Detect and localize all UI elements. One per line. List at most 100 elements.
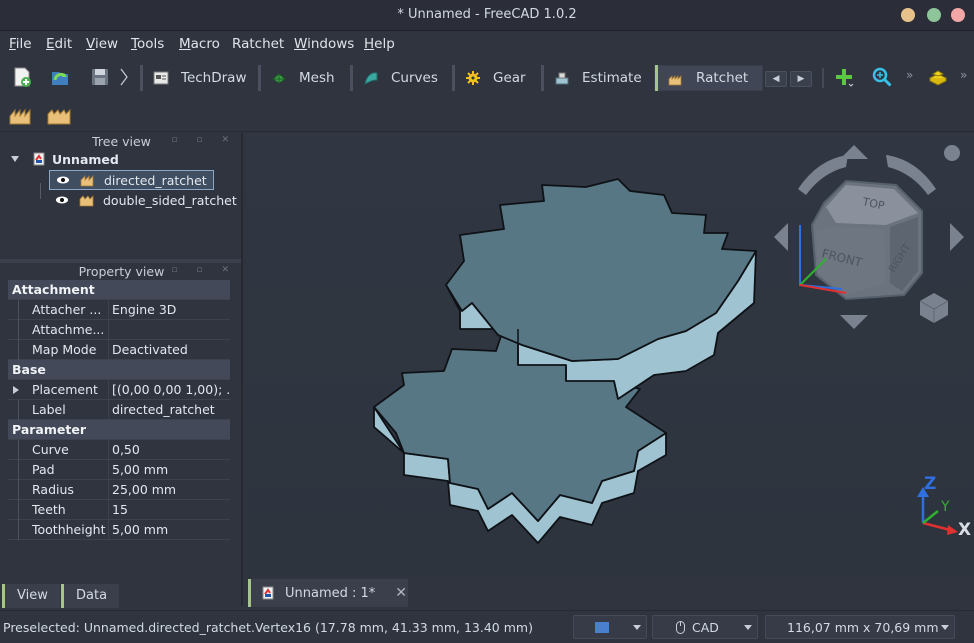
window-title: * Unnamed - FreeCAD 1.0.2 [397,7,577,22]
menu-edit[interactable]: Edit [46,36,72,52]
add-plus-icon[interactable] [833,66,855,88]
save-document-icon[interactable] [89,66,111,88]
expand-arrow-icon[interactable] [12,385,20,395]
tree-view-dock-buttons[interactable]: ▫ ▫ ✕ [172,135,237,145]
menu-file[interactable]: File [9,36,32,52]
status-message: Preselected: Unnamed.directed_ratchet.Ve… [3,620,533,635]
workbench-curves[interactable]: Curves [350,65,438,91]
workbench-scroll-right-button[interactable]: ▶ [790,71,812,87]
property-row-pad[interactable]: Pad 5,00 mm [8,460,230,480]
menu-view[interactable]: View [86,36,118,52]
tab-data[interactable]: Data [61,584,120,608]
navcube-menu-icon[interactable] [944,145,960,161]
dimension-selector[interactable]: 116,07 mm x 70,69 mm [765,615,955,639]
dock-splitter[interactable] [241,133,243,606]
toolbar-overflow-icon-2[interactable]: » [960,68,967,82]
zoom-fit-icon[interactable] [871,66,893,88]
techdraw-icon [153,71,169,85]
workbench-techdraw-label: TechDraw [181,70,247,86]
menu-macro[interactable]: Macro [179,36,220,52]
workbench-techdraw[interactable]: TechDraw [140,65,247,91]
property-row-attacher[interactable]: Attacher ... Engine 3D [8,300,230,320]
create-directed-ratchet-icon[interactable] [8,102,34,126]
document-icon [262,586,274,600]
menu-ratchet[interactable]: Ratchet [232,36,284,52]
document-tab-bar: Unnamed : 1* ✕ [246,577,974,607]
workbench-parts-icon[interactable] [927,66,949,88]
property-group-parameter[interactable]: Parameter [8,420,230,440]
menu-tools[interactable]: Tools [131,36,164,52]
menu-windows[interactable]: Windows [294,36,354,52]
toolbar-extension-chevron-icon[interactable] [118,66,130,88]
property-row-curve[interactable]: Curve 0,50 [8,440,230,460]
close-tab-icon[interactable]: ✕ [395,585,407,601]
tree-item-label: directed_ratchet [104,172,207,188]
3d-scene[interactable]: TOP FRONT RIGHT Z Y X [246,133,974,577]
property-table: Attachment Attacher ... Engine 3D Attachm… [8,280,230,542]
document-tab-unnamed[interactable]: Unnamed : 1* ✕ [248,579,408,607]
property-row-toothheight[interactable]: Toothheight 5,00 mm [8,520,230,540]
ratchet-icon [668,75,682,86]
ratchet-toolbar [0,98,974,132]
toolbar-separator [822,68,824,88]
status-bar: Preselected: Unnamed.directed_ratchet.Ve… [0,610,974,643]
workbench-ratchet-label: Ratchet [696,70,749,86]
axis-z-label: Z [924,474,936,494]
estimate-icon [555,72,569,85]
new-document-icon[interactable] [11,66,33,88]
visibility-eye-icon[interactable] [55,195,69,205]
toolbar-overflow-icon[interactable]: » [906,68,913,82]
tab-view[interactable]: View [2,584,60,608]
workbench-gear[interactable]: Gear [452,65,526,91]
tree-branch-line [40,183,41,199]
close-button[interactable] [951,8,965,22]
navigation-style-selector[interactable]: CAD [652,615,758,639]
document-icon [33,152,45,166]
property-group-attachment[interactable]: Attachment [8,280,230,300]
property-row-radius[interactable]: Radius 25,00 mm [8,480,230,500]
draw-style-selector[interactable] [573,615,647,639]
tree-item-double-sided-ratchet[interactable]: double_sided_ratchet [49,190,237,210]
tree-item-label: double_sided_ratchet [103,192,237,208]
workbench-curves-label: Curves [391,70,438,86]
workbench-ratchet[interactable]: Ratchet [654,65,764,91]
mesh-icon [272,73,286,84]
property-row-teeth[interactable]: Teeth 15 [8,500,230,520]
workbench-scroll-left-button[interactable]: ◀ [765,71,787,87]
tree-document-label: Unnamed [52,151,119,167]
property-group-base[interactable]: Base [8,360,230,380]
3d-view[interactable]: TOP FRONT RIGHT Z Y X [246,133,974,577]
ratchet-icon [79,195,94,207]
property-view-dock-buttons[interactable]: ▫ ▫ ✕ [172,265,237,275]
main-toolbar: TechDraw Mesh Curves Gear Estimate Ratch… [0,58,974,98]
gear-icon [466,71,480,85]
tree-item-directed-ratchet[interactable]: directed_ratchet [49,170,214,190]
draw-style-icon [595,622,609,633]
property-row-label[interactable]: Label directed_ratchet [8,400,230,420]
workbench-estimate[interactable]: Estimate [541,65,642,91]
tree-view-header: Tree view ▫ ▫ ✕ [0,134,243,150]
expand-arrow-icon[interactable] [10,154,20,164]
open-document-icon[interactable] [49,66,71,88]
combo-view: Tree view ▫ ▫ ✕ Unnamed directed_ratchet… [0,133,243,606]
document-tab-label: Unnamed : 1* [285,585,376,601]
workbench-mesh[interactable]: Mesh [258,65,335,91]
workbench-mesh-label: Mesh [299,70,335,86]
minimize-button[interactable] [901,8,915,22]
create-double-sided-ratchet-icon[interactable] [46,102,72,126]
workbench-gear-label: Gear [493,70,526,86]
property-row-map-mode[interactable]: Map Mode Deactivated [8,340,230,360]
visibility-eye-icon[interactable] [56,175,70,185]
property-row-placement[interactable]: Placement [(0,00 0,00 1,00); ... [8,380,230,400]
menu-help[interactable]: Help [364,36,395,52]
maximize-button[interactable] [927,8,941,22]
dimension-label: 116,07 mm x 70,69 mm [787,620,939,635]
panel-splitter[interactable] [0,259,243,263]
property-view-header: Property view ▫ ▫ ✕ [0,264,243,280]
ratchet-icon [80,175,94,187]
mouse-icon [676,621,685,634]
property-row-attachment[interactable]: Attachme... [8,320,230,340]
tree-view-title: Tree view [92,134,151,149]
workbench-estimate-label: Estimate [582,70,642,86]
tree-document-row[interactable]: Unnamed [10,149,119,169]
